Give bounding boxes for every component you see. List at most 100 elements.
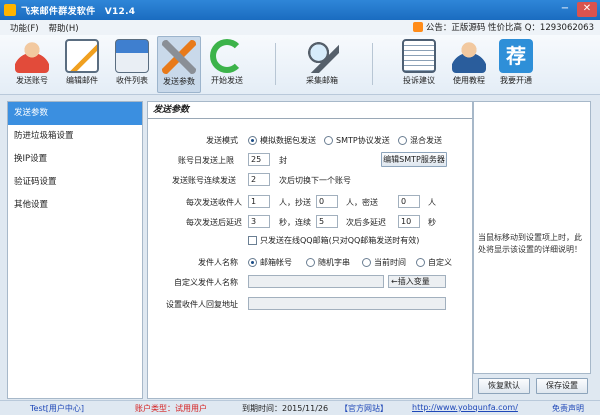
magnifier-icon [305, 39, 339, 73]
nav-anti-spam[interactable]: 防进垃圾箱设置 [8, 125, 142, 148]
daily-limit-unit: 封 [279, 156, 287, 165]
toolbar-tutorial-button[interactable]: 使用教程 [447, 36, 491, 93]
minimize-button[interactable]: − [555, 2, 575, 17]
status-user-type: 账户类型：试用用户 [135, 404, 207, 413]
recipients-unit: 人，抄送 [279, 198, 311, 207]
send-mode-mixed-label[interactable]: 混合发送 [410, 135, 442, 146]
extra-delay-input[interactable]: 10 [398, 215, 420, 228]
toolbar-label: 采集邮箱 [306, 76, 338, 85]
menu-function[interactable]: 功能(F) [10, 22, 39, 34]
recipients-input[interactable]: 1 [248, 195, 270, 208]
toolbar: 发送账号 编辑邮件 收件列表 发送参数 开始发送 采集邮箱 投诉建议 使用教程 … [0, 35, 600, 95]
bcc-unit: 人 [428, 198, 436, 207]
toolbar-label: 使用教程 [453, 76, 485, 85]
consecutive-label: 发送账号连续发送 [172, 176, 236, 185]
toolbar-label: 发送参数 [163, 77, 195, 86]
status-url-link[interactable]: http://www.yobqunfa.com/ [412, 403, 518, 412]
notice-bar: 公告：正版源码 性价比高 Q：1293062063 [412, 21, 594, 33]
help-tip: 当鼠标移动到设置项上时，此处将显示该设置的详细说明！ [478, 233, 582, 254]
reply-address-input[interactable] [248, 297, 446, 310]
toolbar-activate-button[interactable]: 荐 我要开通 [494, 36, 538, 93]
tools-icon [162, 40, 196, 74]
send-mode-packet-label[interactable]: 模拟数据包发送 [260, 135, 316, 146]
toolbar-label: 投诉建议 [403, 76, 435, 85]
menu-help[interactable]: 帮助(H) [49, 22, 79, 34]
mail-list-icon [115, 39, 149, 73]
toolbar-start-send-button[interactable]: 开始发送 [205, 36, 249, 93]
window-title: 飞来邮件群发软件 V12.4 [21, 6, 136, 17]
send-mode-smtp-radio[interactable] [324, 136, 333, 145]
send-mode-packet-radio[interactable] [248, 136, 257, 145]
sender-name-label: 发件人名称 [198, 258, 238, 267]
notebook-icon [402, 39, 436, 73]
sender-name-random-label[interactable]: 随机字串 [318, 257, 350, 268]
bcc-input[interactable]: 0 [398, 195, 420, 208]
status-bar: Test[用户中心] 账户类型：试用用户 到期时间：2015/11/26 【官方… [0, 400, 600, 415]
cc-unit: 人，密送 [346, 198, 378, 207]
sender-name-account-radio[interactable] [248, 258, 257, 267]
settings-nav: 发送参数 防进垃圾箱设置 换IP设置 验证码设置 其他设置 [7, 101, 143, 399]
toolbar-label: 发送账号 [16, 76, 48, 85]
cc-input[interactable]: 0 [316, 195, 338, 208]
status-official-site[interactable]: 【官方网站】 [340, 403, 388, 414]
menu-bar: 功能(F) 帮助(H) 公告：正版源码 性价比高 Q：1293062063 [0, 20, 600, 35]
send-params-panel: 发送参数 发送模式 模拟数据包发送 SMTP协议发送 混合发送 账号日发送上限 … [147, 101, 473, 399]
daily-limit-label: 账号日发送上限 [178, 156, 234, 165]
toolbar-feedback-button[interactable]: 投诉建议 [397, 36, 441, 93]
sender-name-time-label[interactable]: 当前时间 [374, 257, 406, 268]
panel-title: 发送参数 [148, 102, 472, 119]
reply-address-label: 设置收件人回复地址 [166, 300, 238, 309]
custom-sender-input[interactable] [248, 275, 384, 288]
recommend-icon: 荐 [499, 39, 533, 73]
send-mode-mixed-radio[interactable] [398, 136, 407, 145]
close-button[interactable]: ✕ [577, 2, 597, 17]
refresh-icon [210, 39, 244, 73]
title-bar: 飞来邮件群发软件 V12.4 − ✕ [0, 0, 600, 20]
nav-captcha[interactable]: 验证码设置 [8, 171, 142, 194]
status-expiry: 到期时间：2015/11/26 [242, 404, 329, 413]
sender-name-custom-radio[interactable] [416, 258, 425, 267]
custom-sender-label: 自定义发件人名称 [174, 278, 238, 287]
notice-text[interactable]: 公告：正版源码 性价比高 Q：1293062063 [426, 21, 594, 33]
sender-name-random-radio[interactable] [306, 258, 315, 267]
edit-document-icon [65, 39, 99, 73]
nav-send-params[interactable]: 发送参数 [8, 102, 142, 125]
consecutive-suffix: 次后切换下一个账号 [279, 176, 351, 185]
sender-name-account-label[interactable]: 邮箱帐号 [260, 257, 292, 268]
sender-name-custom-label[interactable]: 自定义 [428, 257, 452, 268]
toolbar-recipient-list-button[interactable]: 收件列表 [110, 36, 154, 93]
toolbar-label: 我要开通 [500, 76, 532, 85]
notice-icon [412, 22, 423, 32]
consecutive-times-input[interactable]: 5 [316, 215, 338, 228]
daily-limit-input[interactable]: 25 [248, 153, 270, 166]
consecutive-input[interactable]: 2 [248, 173, 270, 186]
send-mode-smtp-label[interactable]: SMTP协议发送 [336, 135, 390, 146]
extra-delay-unit: 秒 [428, 218, 436, 227]
app-logo-icon [4, 4, 16, 16]
toolbar-send-account-button[interactable]: 发送账号 [10, 36, 54, 93]
teacher-icon [452, 39, 486, 73]
sender-name-time-radio[interactable] [362, 258, 371, 267]
qq-only-label[interactable]: 只发送在线QQ邮箱(只对QQ邮箱发送时有效) [260, 235, 419, 246]
nav-ip-change[interactable]: 换IP设置 [8, 148, 142, 171]
toolbar-label: 收件列表 [116, 76, 148, 85]
insert-variable-select[interactable]: ←插入变量 [388, 275, 446, 288]
recipients-label: 每次发送收件人 [186, 198, 242, 207]
toolbar-send-params-button[interactable]: 发送参数 [157, 36, 201, 93]
delay-label: 每次发送后延迟 [186, 218, 242, 227]
restore-default-button[interactable]: 恢复默认 [478, 378, 530, 394]
toolbar-collect-email-button[interactable]: 采集邮箱 [300, 36, 344, 93]
nav-other[interactable]: 其他设置 [8, 194, 142, 217]
toolbar-label: 开始发送 [211, 76, 243, 85]
status-user[interactable]: Test[用户中心] [30, 403, 84, 414]
delay-input[interactable]: 3 [248, 215, 270, 228]
status-disclaimer[interactable]: 免责声明 [552, 403, 584, 414]
save-settings-button[interactable]: 保存设置 [536, 378, 588, 394]
extra-delay-label: 次后多延迟 [346, 218, 386, 227]
edit-smtp-button[interactable]: 编辑SMTP服务器 [381, 152, 447, 167]
toolbar-separator [275, 43, 276, 85]
toolbar-edit-mail-button[interactable]: 编辑邮件 [60, 36, 104, 93]
send-mode-label: 发送模式 [206, 136, 238, 145]
toolbar-separator [372, 43, 373, 85]
qq-only-checkbox[interactable] [248, 236, 257, 245]
